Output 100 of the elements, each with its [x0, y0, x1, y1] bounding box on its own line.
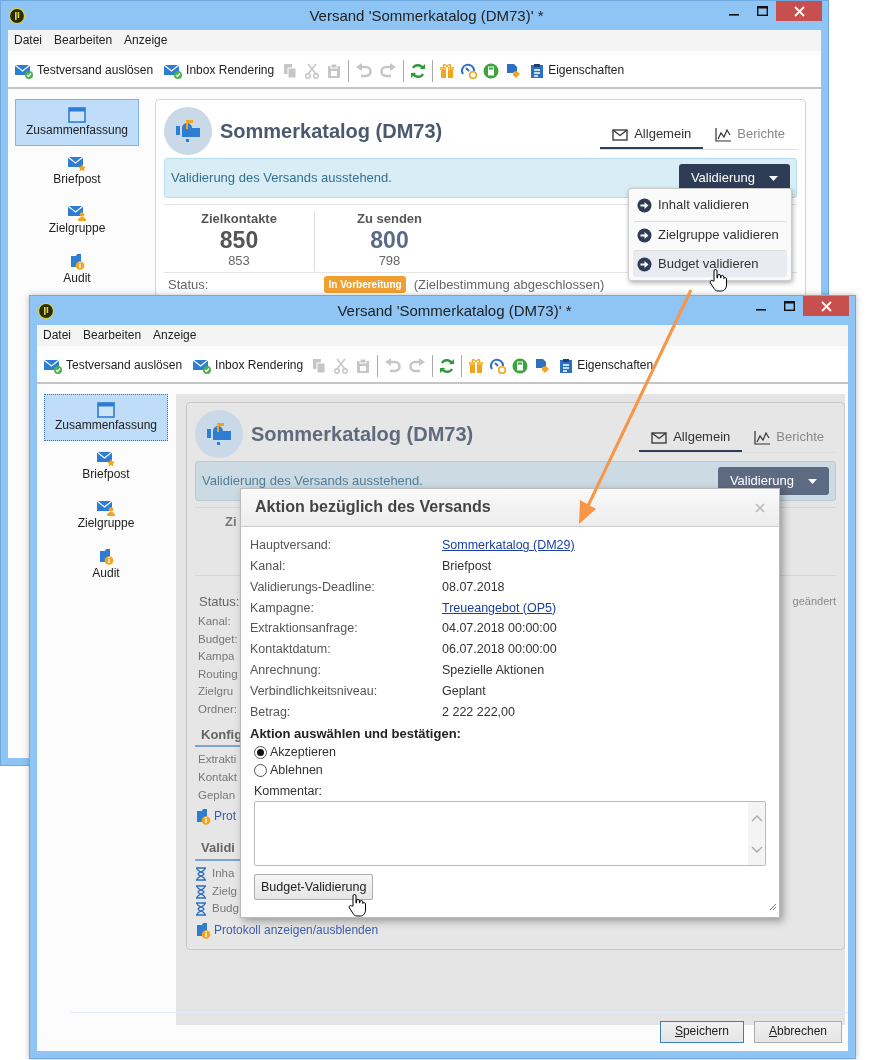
menu-item[interactable]: Datei	[8, 32, 48, 49]
mailbox-icon	[175, 119, 201, 143]
redo-icon[interactable]	[379, 63, 398, 79]
undo-icon[interactable]	[384, 358, 403, 374]
field-label: Verbindlichkeitsniveau:	[250, 682, 379, 700]
log-icon	[195, 808, 211, 827]
maximize-icon	[783, 301, 795, 311]
sidebar-item[interactable]: Zusammenfassung	[44, 394, 168, 441]
sidebar-item[interactable]: Audit	[44, 541, 168, 588]
caret-icon	[808, 478, 817, 484]
field-label: Kontakt	[197, 771, 237, 784]
prompt-text: Aktion auswählen und bestätigen:	[250, 726, 462, 744]
arrow-circle-icon	[637, 256, 652, 272]
app-icon	[9, 7, 25, 24]
footer-button[interactable]: Speichern	[659, 1021, 744, 1043]
scissors-icon[interactable]	[333, 358, 350, 374]
minimize-icon	[756, 309, 766, 311]
sidebar-item[interactable]: Zielgruppe	[15, 197, 139, 244]
window-icon	[68, 106, 86, 123]
calculator-icon[interactable]	[483, 63, 500, 79]
field-label: Validierungs-Deadline:	[250, 578, 376, 596]
toolbar-button[interactable]: Eigenschaften	[527, 63, 627, 79]
toolbar-button[interactable]: Inbox Rendering	[190, 358, 306, 374]
clipboard-icon[interactable]	[326, 63, 343, 79]
clipboard-icon[interactable]	[355, 358, 372, 374]
sidebar-item[interactable]: Briefpost	[44, 443, 168, 490]
menu-item[interactable]: Bearbeiten	[77, 327, 148, 344]
close-icon	[755, 502, 765, 513]
field-label: Geplan	[197, 788, 236, 801]
menu-item[interactable]: Anzeige	[118, 32, 174, 49]
sidebar-item[interactable]: Briefpost	[15, 148, 139, 195]
envelope-person-icon	[67, 204, 87, 221]
gift-icon[interactable]	[439, 63, 456, 79]
validate-button[interactable]: Budget-Validierung	[254, 874, 374, 901]
close-icon	[820, 300, 832, 312]
calculator-icon[interactable]	[512, 358, 529, 374]
chevron-up-icon	[750, 814, 763, 823]
field-value: 06.07.2018 00:00:00	[442, 641, 557, 658]
radio-button[interactable]	[254, 745, 267, 759]
scissors-icon[interactable]	[304, 63, 321, 79]
toolbar-button[interactable]: Eigenschaften	[556, 358, 656, 374]
envelope-star-icon	[96, 450, 116, 467]
envelope-check-icon	[163, 63, 184, 79]
close-button[interactable]	[776, 1, 822, 21]
sidebar-item[interactable]: Audit	[15, 246, 139, 293]
field-label: Kampa	[197, 650, 235, 663]
refresh-icon[interactable]	[439, 358, 456, 374]
sidebar-item[interactable]: Zielgruppe	[44, 492, 168, 539]
card-title: Sommerkatalog (DM73)	[251, 422, 475, 447]
radio-label: Akzeptieren	[270, 743, 336, 761]
field-label: Hauptversand:	[250, 537, 333, 554]
window-title: Versand 'Sommerkatalog (DM73)' *	[309, 5, 544, 26]
field-label: Routing	[197, 667, 238, 680]
menu-item[interactable]: Bearbeiten	[48, 32, 119, 49]
menu-item[interactable]: Budget validieren	[633, 250, 787, 277]
toolbar-button[interactable]: Inbox Rendering	[161, 63, 277, 79]
radio-button[interactable]	[254, 763, 267, 777]
toolbar-button[interactable]: Testversand auslösen	[12, 63, 156, 79]
hourglass-icon	[195, 866, 207, 881]
hourglass-icon	[195, 884, 207, 899]
stat-subvalue: 798	[378, 253, 401, 271]
field-label: Status:	[167, 277, 209, 292]
tab[interactable]: Berichte	[703, 122, 797, 149]
tab[interactable]: Allgemein	[600, 122, 704, 149]
radio-label: Ablehnen	[270, 761, 323, 779]
field-label: Ordner:	[197, 702, 237, 715]
menu-item[interactable]: Anzeige	[147, 327, 203, 344]
field-label: Betrag:	[250, 703, 292, 720]
envelope-star-icon	[67, 155, 87, 172]
gift-icon[interactable]	[468, 358, 485, 374]
gauge-icon[interactable]	[490, 358, 507, 374]
redo-icon[interactable]	[408, 358, 427, 374]
menu-item[interactable]: Datei	[37, 327, 77, 344]
stat-value: 850	[219, 227, 259, 254]
envelope-icon	[651, 431, 668, 444]
validation-item: Zielg	[211, 883, 237, 899]
comment-field[interactable]	[254, 801, 766, 867]
document-tag-icon[interactable]	[534, 358, 551, 374]
refresh-icon[interactable]	[410, 63, 427, 79]
mailbox-icon	[206, 422, 232, 446]
alert-text: Validierung des Versands ausstehend.	[171, 169, 393, 187]
close-button[interactable]	[803, 296, 849, 316]
field-link[interactable]: Treueangebot (OP5)	[442, 599, 557, 616]
field-value: Geplant	[442, 682, 486, 700]
footer-button[interactable]: Abbrechen	[753, 1021, 842, 1043]
caret-icon	[769, 175, 778, 181]
undo-icon[interactable]	[355, 63, 374, 79]
field-label: Extraktionsanfrage:	[250, 620, 359, 637]
field-link[interactable]: Sommerkatalog (DM29)	[442, 537, 575, 554]
arrow-circle-icon	[637, 198, 652, 213]
sidebar-item[interactable]: Zusammenfassung	[15, 99, 139, 146]
close-icon	[793, 5, 805, 17]
dialog-title: Aktion bezüglich des Versands	[255, 497, 492, 518]
menu-item[interactable]: Zielgruppe validieren	[633, 221, 787, 248]
toolbar-button[interactable]: Testversand auslösen	[41, 358, 185, 374]
gauge-icon[interactable]	[461, 63, 478, 79]
line-chart-icon	[754, 430, 771, 445]
document-tag-icon[interactable]	[505, 63, 522, 79]
menu-item[interactable]: Inhalt validieren	[633, 192, 787, 219]
field-label: Extrakti	[197, 753, 237, 766]
